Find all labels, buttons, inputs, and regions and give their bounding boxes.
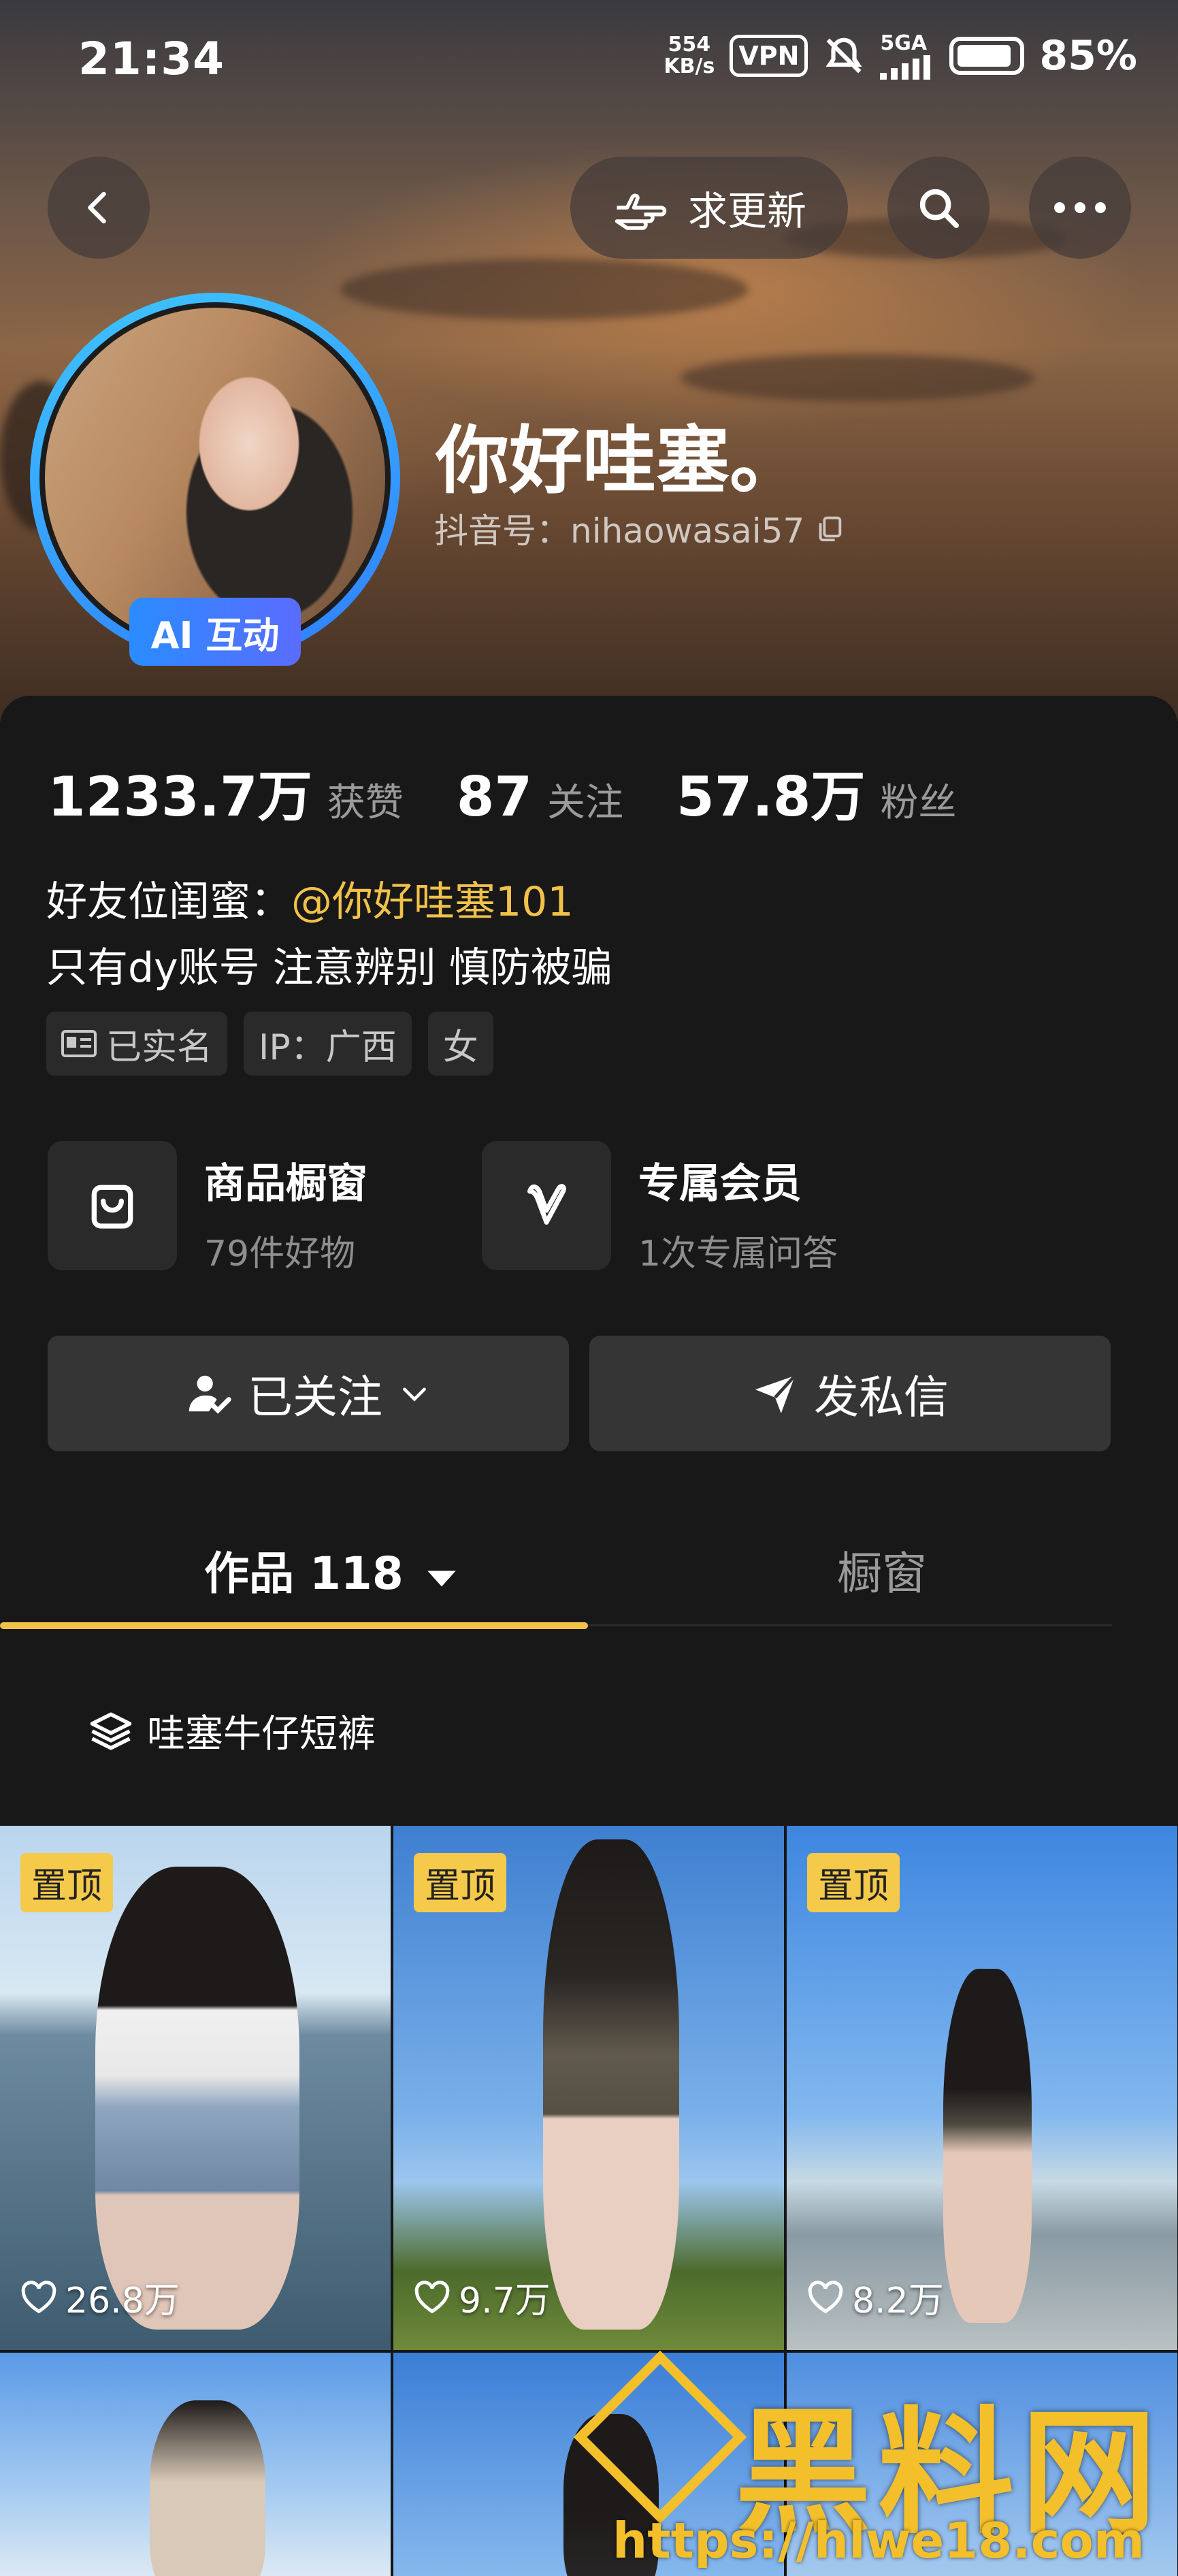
network-speed: 554 KB/s (664, 32, 715, 78)
post-figure (543, 1839, 679, 2330)
request-update-label: 求更新 (687, 188, 806, 234)
status-time: 21:34 (78, 33, 225, 85)
followed-label: 已关注 (248, 1371, 382, 1423)
watermark-url: https://hlwe18.com (612, 2512, 1145, 2569)
tab-works[interactable]: 作品 118 (204, 1537, 457, 1603)
followed-button[interactable]: 已关注 (48, 1336, 569, 1451)
shop-window-title: 商品橱窗 (204, 1160, 367, 1208)
message-button[interactable]: 发私信 (589, 1336, 1111, 1451)
message-label: 发私信 (814, 1371, 949, 1423)
send-icon (755, 1374, 796, 1414)
tab-showcase[interactable]: 橱窗 (837, 1537, 927, 1603)
collection-chip[interactable]: 哇塞牛仔短裤 (88, 1703, 376, 1758)
verified-label: 已实名 (106, 1027, 213, 1068)
shopping-bag-icon (91, 1185, 133, 1229)
member-entry[interactable]: 专属会员 1次专属问答 (482, 1141, 838, 1276)
member-title: 专属会员 (638, 1160, 802, 1208)
tab-divider (588, 1624, 1112, 1626)
layers-icon (90, 1712, 132, 1750)
post-likes-count: 8.2万 (852, 2281, 944, 2321)
shop-window-entry[interactable]: 商品橱窗 79件好物 (48, 1141, 367, 1276)
shop-window-subtitle: 79件好物 (204, 1234, 356, 1274)
battery-percent: 85% (1039, 31, 1137, 80)
gender-tag: 女 (427, 1012, 493, 1076)
verified-tag: 已实名 (46, 1012, 228, 1076)
more-button[interactable] (1029, 157, 1131, 259)
pinned-badge: 置顶 (20, 1853, 114, 1912)
bio-line-2: 只有dy账号 注意辨别 慎防被骗 (46, 944, 612, 992)
post-likes: 8.2万 (807, 2272, 944, 2323)
shop-icon-box (48, 1141, 177, 1270)
battery-icon (949, 36, 1025, 75)
post-thumbnail[interactable]: 置顶 26.8万 (0, 1826, 391, 2350)
post-likes: 9.7万 (414, 2272, 551, 2323)
search-icon (919, 189, 960, 229)
vpn-icon: VPN (730, 34, 808, 77)
following-label[interactable]: 关注 (547, 772, 623, 827)
bio-prefix: 好友位闺蜜： (46, 878, 291, 926)
likes-label: 获赞 (327, 781, 404, 825)
ai-interaction-badge[interactable]: AI 互动 (129, 598, 301, 666)
post-likes-count: 9.7万 (459, 2281, 551, 2321)
back-button[interactable] (48, 157, 150, 259)
post-thumbnail[interactable]: 置顶 9.7万 (393, 1826, 784, 2350)
chevron-down-icon (403, 1387, 426, 1402)
search-button[interactable] (887, 157, 989, 259)
member-icon-box (482, 1141, 611, 1270)
user-check-icon (189, 1375, 231, 1414)
member-subtitle: 1次专属问答 (638, 1234, 838, 1274)
pinned-badge: 置顶 (414, 1853, 507, 1912)
profile-name: 你好哇塞。 (436, 419, 804, 504)
bio-mention-link[interactable]: @你好哇塞101 (291, 878, 574, 926)
signal-icon: 5GA (880, 31, 934, 80)
ip-tag: IP：广西 (244, 1012, 412, 1076)
heart-icon (414, 2280, 450, 2313)
douyin-id-text: 抖音号：nihaowasai57 (434, 511, 805, 551)
post-likes: 26.8万 (20, 2272, 180, 2323)
bio-line-1: 好友位闺蜜：@你好哇塞101 (46, 869, 574, 928)
caret-down-icon (427, 1571, 456, 1587)
post-figure (943, 1969, 1032, 2323)
chevron-left-icon (88, 191, 106, 224)
collection-label: 哇塞牛仔短裤 (147, 1712, 376, 1756)
profile-tags: 已实名 IP：广西 女 (46, 1012, 493, 1076)
request-update-button[interactable]: 求更新 (570, 157, 848, 259)
profile-stats: 1233.7万 获赞 87 关注 57.8万 粉丝 (48, 753, 1009, 832)
followers-count[interactable]: 57.8万 (676, 753, 865, 832)
more-dots-icon (1054, 202, 1106, 213)
post-likes-count: 26.8万 (65, 2281, 180, 2321)
likes-count: 1233.7万 (48, 765, 312, 828)
post-thumbnail[interactable] (0, 2353, 391, 2576)
douyin-id: 抖音号：nihaowasai57 (434, 504, 845, 553)
v-member-icon (527, 1184, 566, 1225)
following-count[interactable]: 87 (457, 765, 532, 828)
pinned-badge: 置顶 (807, 1853, 900, 1912)
tab-works-label: 作品 118 (204, 1547, 404, 1600)
mute-bell-icon (825, 37, 862, 73)
tab-indicator (0, 1622, 588, 1629)
status-bar: 21:34 554 KB/s VPN 5GA 85% (0, 0, 1178, 116)
post-thumbnail[interactable]: 置顶 8.2万 (787, 1826, 1177, 2350)
copy-icon[interactable] (814, 513, 845, 544)
id-card-icon (61, 1030, 97, 1057)
post-figure (95, 1867, 299, 2330)
post-figure (150, 2400, 265, 2576)
hand-point-icon (615, 193, 667, 230)
network-type: 5GA (880, 31, 928, 55)
followers-label[interactable]: 粉丝 (880, 772, 956, 827)
heart-icon (21, 2280, 56, 2313)
heart-icon (808, 2280, 843, 2313)
